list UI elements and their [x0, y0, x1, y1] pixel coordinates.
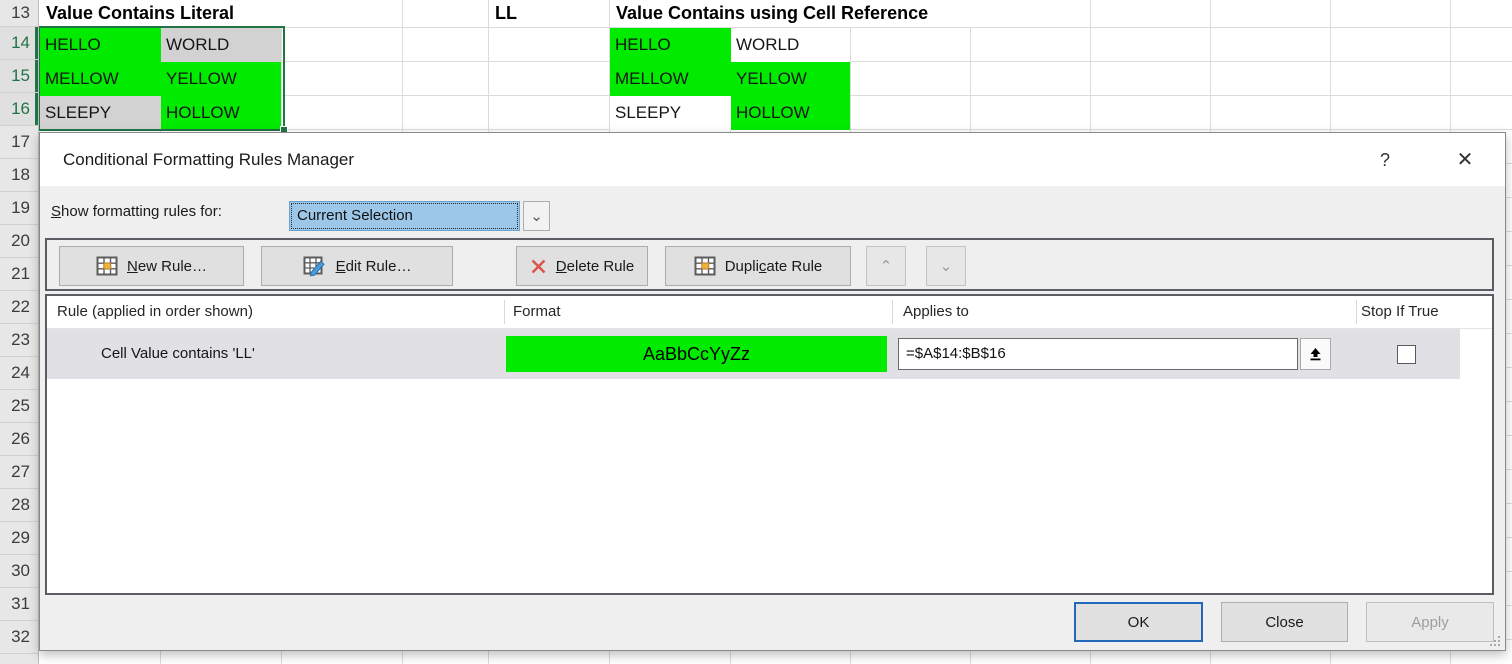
excel-window: Value Contains Literal LL Value Contains…: [0, 0, 1512, 664]
new-rule-label: New Rule…: [127, 258, 207, 275]
format-preview: AaBbCcYyZz: [506, 336, 887, 372]
cell-g16[interactable]: HOLLOW: [731, 96, 850, 130]
cell-b15[interactable]: YELLOW: [161, 62, 281, 96]
cell-g14[interactable]: WORLD: [731, 28, 850, 62]
show-rules-combobox[interactable]: Current Selection: [289, 201, 520, 231]
applies-to-input[interactable]: =$A$14:$B$16: [898, 338, 1298, 370]
resize-grip[interactable]: [1490, 636, 1500, 646]
row-header-20[interactable]: 20: [0, 225, 38, 258]
dialog-titlebar[interactable]: Conditional Formatting Rules Manager ? ✕: [40, 133, 1505, 186]
row-header-13[interactable]: 13: [0, 0, 38, 27]
row-header-32[interactable]: 32: [0, 621, 38, 654]
row-header-27[interactable]: 27: [0, 456, 38, 489]
table-icon: [96, 256, 118, 276]
delete-rule-button[interactable]: Delete Rule: [516, 246, 648, 286]
row-header-21[interactable]: 21: [0, 258, 38, 291]
combobox-chevron-button[interactable]: ⌄: [523, 201, 550, 231]
row-header-column: 13 14 15 16 17 18 19 20 21 22 23 24 25 2…: [0, 0, 39, 664]
row-header-17[interactable]: 17: [0, 126, 38, 159]
cell-header-left[interactable]: Value Contains Literal: [41, 0, 283, 27]
move-rule-up-button[interactable]: ⌃: [866, 246, 906, 286]
row-header-23[interactable]: 23: [0, 324, 38, 357]
rule-row-selected[interactable]: Cell Value contains 'LL' AaBbCcYyZz =$A$…: [47, 329, 1460, 379]
row-header-18[interactable]: 18: [0, 159, 38, 192]
help-button[interactable]: ?: [1372, 147, 1398, 173]
cell-a14[interactable]: HELLO: [40, 28, 161, 62]
cell-a15[interactable]: MELLOW: [40, 62, 161, 96]
cell-f15[interactable]: MELLOW: [610, 62, 731, 96]
row-header-31[interactable]: 31: [0, 588, 38, 621]
close-icon[interactable]: ✕: [1452, 147, 1478, 173]
table-icon: [694, 256, 716, 276]
row-header-29[interactable]: 29: [0, 522, 38, 555]
column-header-stop-if-true: Stop If True: [1361, 296, 1439, 328]
close-button[interactable]: Close: [1221, 602, 1348, 642]
row-header-15[interactable]: 15: [0, 60, 38, 93]
stop-if-true-checkbox[interactable]: [1397, 345, 1416, 364]
delete-rule-label: Delete Rule: [556, 258, 634, 275]
chevron-down-icon: ⌄: [530, 207, 543, 225]
collapse-dialog-button[interactable]: [1300, 338, 1331, 370]
rules-toolbar: New Rule… Edit Rule… Delete Rule Duplica…: [45, 238, 1494, 291]
row-header-30[interactable]: 30: [0, 555, 38, 588]
apply-button[interactable]: Apply: [1366, 602, 1494, 642]
conditional-formatting-rules-manager-dialog: Conditional Formatting Rules Manager ? ✕…: [39, 132, 1506, 651]
cell-b16[interactable]: HOLLOW: [161, 96, 281, 130]
cell-f16[interactable]: SLEEPY: [610, 96, 731, 130]
row-header-25[interactable]: 25: [0, 390, 38, 423]
row-header-14[interactable]: 14: [0, 27, 38, 60]
column-header-format: Format: [513, 296, 561, 328]
column-header-applies-to: Applies to: [903, 296, 969, 328]
row-header-28[interactable]: 28: [0, 489, 38, 522]
chevron-up-icon: ⌃: [880, 257, 893, 275]
collapse-range-icon: [1308, 347, 1323, 362]
duplicate-rule-label: Duplicate Rule: [725, 258, 823, 275]
move-rule-down-button[interactable]: ⌄: [926, 246, 966, 286]
red-x-icon: [530, 258, 547, 275]
duplicate-rule-button[interactable]: Duplicate Rule: [665, 246, 851, 286]
row-header-22[interactable]: 22: [0, 291, 38, 324]
column-header-rule: Rule (applied in order shown): [57, 296, 253, 328]
ok-button[interactable]: OK: [1074, 602, 1203, 642]
edit-rule-label: Edit Rule…: [336, 258, 412, 275]
chevron-down-icon: ⌄: [940, 257, 953, 275]
row-header-26[interactable]: 26: [0, 423, 38, 456]
rule-description: Cell Value contains 'LL': [101, 329, 255, 379]
dialog-title: Conditional Formatting Rules Manager: [63, 150, 354, 170]
table-pencil-icon: [303, 256, 327, 277]
cell-a16[interactable]: SLEEPY: [40, 96, 161, 130]
cell-b14[interactable]: WORLD: [161, 28, 281, 62]
row-header-24[interactable]: 24: [0, 357, 38, 390]
cell-g15[interactable]: YELLOW: [731, 62, 850, 96]
new-rule-button[interactable]: New Rule…: [59, 246, 244, 286]
cell-header-right[interactable]: Value Contains using Cell Reference: [611, 0, 1004, 27]
row-header-19[interactable]: 19: [0, 192, 38, 225]
edit-rule-button[interactable]: Edit Rule…: [261, 246, 453, 286]
rules-list: Rule (applied in order shown) Format App…: [45, 294, 1494, 595]
show-rules-label: Show formatting rules for:: [51, 203, 222, 220]
cell-f14[interactable]: HELLO: [610, 28, 731, 62]
cell-ll[interactable]: LL: [490, 0, 608, 27]
row-header-16[interactable]: 16: [0, 93, 38, 126]
